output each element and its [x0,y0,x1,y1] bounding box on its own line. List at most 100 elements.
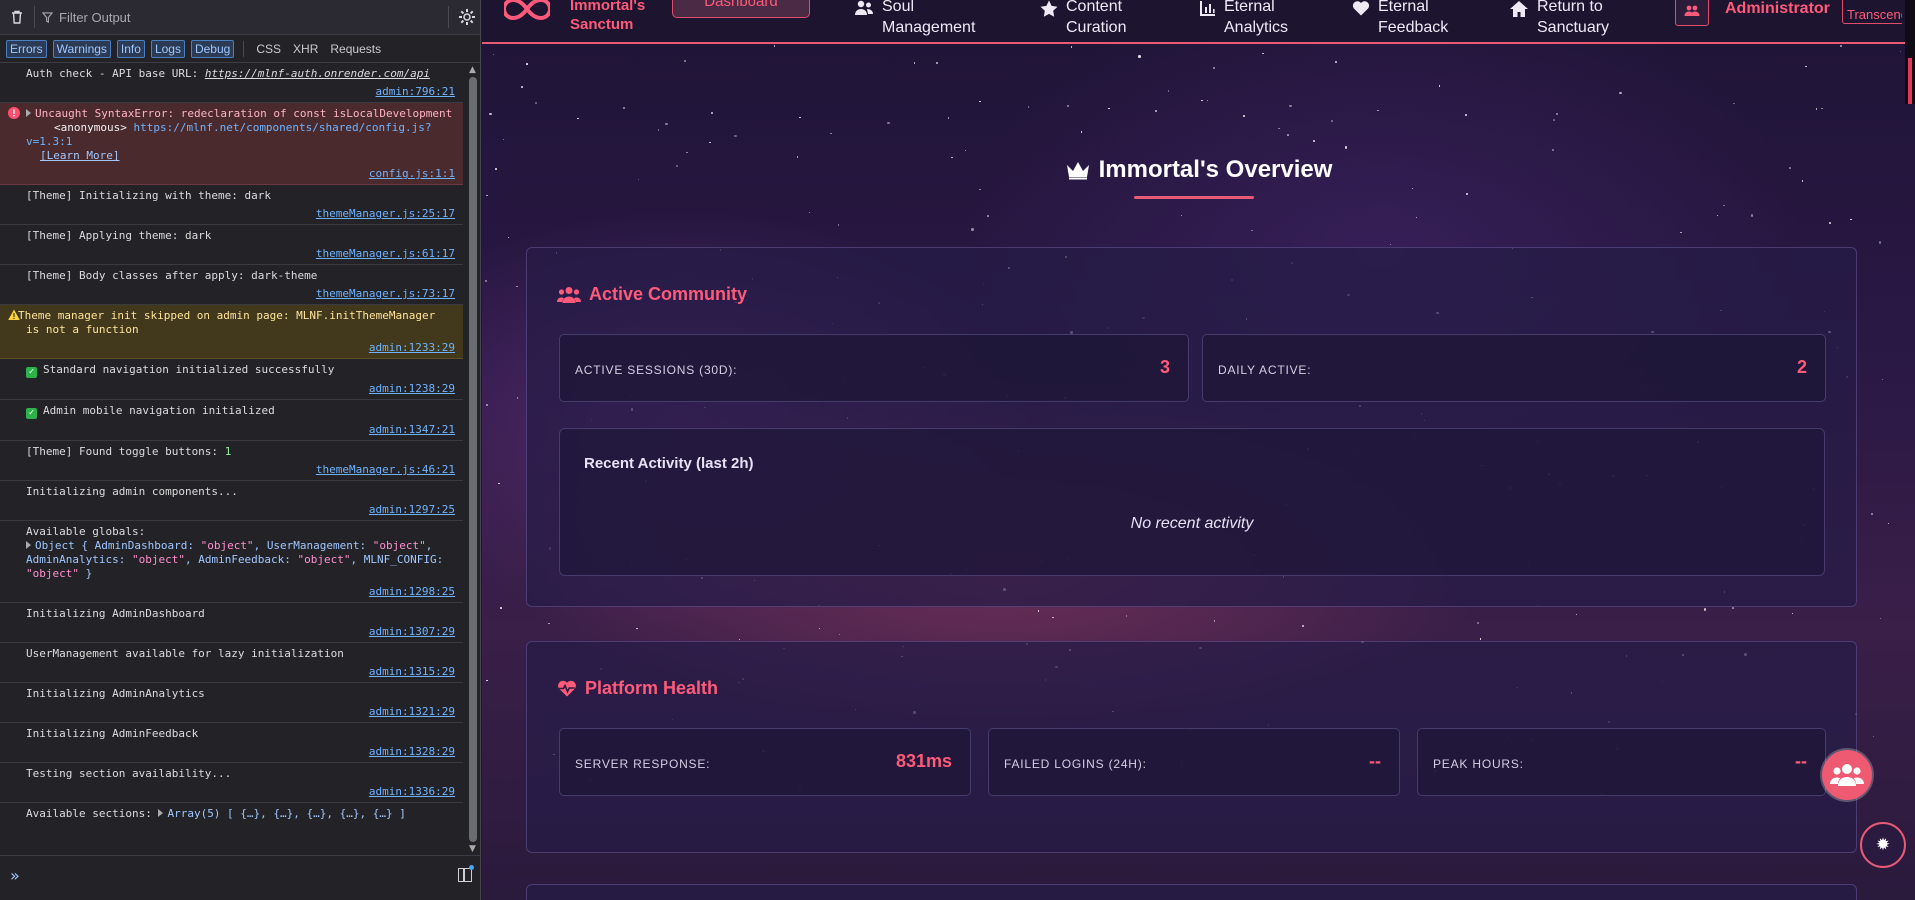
array-preview[interactable]: Array(5) [ {…}, {…}, {…}, {…}, {…} ] [167,807,405,820]
admin-role-label[interactable]: Administrator [1725,0,1830,18]
stat-value: 831ms [895,751,952,771]
filter-debug[interactable]: Debug [190,39,235,58]
community-chat-button[interactable] [1822,750,1872,800]
star-dot [486,194,488,197]
filter-warnings[interactable]: Warnings [52,39,111,58]
filter-xhr[interactable]: XHR [290,41,321,57]
message-source[interactable]: themeManager.js:46:21 [26,463,455,477]
star-dot [808,211,811,214]
learn-more-link[interactable]: [Learn More] [26,149,119,162]
star-dot [1278,127,1280,130]
title-underline [1134,196,1254,199]
message-source[interactable]: admin:1298:25 [26,585,455,599]
nav-content-curation[interactable]: Content Curation [1040,0,1126,38]
message-source[interactable]: admin:1336:29 [26,785,455,799]
scroll-up-arrow-icon[interactable]: ▲ [469,65,476,75]
console-message: [Theme] Body classes after apply: dark-t… [0,265,463,305]
object-suffix: } [78,567,93,580]
crown-icon [1066,162,1089,180]
filter-logs[interactable]: Logs [150,39,185,58]
message-source[interactable]: admin:1321:29 [26,705,455,719]
nav-soul-management[interactable]: Soul Management [854,0,975,38]
trash-icon[interactable] [9,9,25,25]
console-message: [Theme] Applying theme: dark themeManage… [0,225,463,265]
star-dot [1815,108,1818,110]
console-scrollbar[interactable]: ▲ ▼ [466,63,480,856]
message-text: [Theme] Found toggle buttons: [26,445,225,458]
star-dot [964,149,967,152]
message-link[interactable]: https://mlnf-auth.onrender.com/api [205,67,430,80]
message-source[interactable]: themeManager.js:25:17 [26,207,455,221]
filter-output-input[interactable]: Filter Output [42,10,131,25]
message-text: [Theme] Applying theme: dark [26,229,212,242]
admin-avatar[interactable] [1675,0,1709,26]
page-scrollbar[interactable] [1905,0,1915,104]
expand-twisty-icon[interactable] [26,541,31,549]
message-source[interactable]: admin:796:21 [26,85,455,99]
brand-name[interactable]: Immortal's Sanctum [570,0,645,34]
filter-errors[interactable]: Errors [6,39,47,58]
message-source[interactable]: themeManager.js:61:17 [26,247,455,261]
message-text: UserManagement available for lazy initia… [26,647,344,660]
page-title-text: Immortal's Overview [1098,156,1333,183]
nav-eternal-feedback[interactable]: Eternal Feedback [1352,0,1448,38]
console-message: Available sections: Array(5) [ {…}, {…},… [0,803,463,824]
transcend-logout-button[interactable]: Transcend [1842,0,1902,24]
settings-fab-button[interactable]: ✹ [1860,822,1906,868]
stat-server-response: Server Response: 831ms [559,728,971,796]
message-source[interactable]: admin:1233:29 [26,341,455,355]
star-icon [1040,0,1058,17]
expand-twisty-icon[interactable] [158,809,164,817]
nav-dashboard-tab[interactable]: Dashboard [672,0,810,18]
message-source[interactable]: admin:1297:25 [26,503,455,517]
star-dot [947,117,950,119]
message-text: Initializing AdminFeedback [26,727,199,740]
star-dot [1287,134,1289,136]
platform-health-card: Platform Health Server Response: 831ms F… [526,641,1857,853]
message-number: 1 [224,445,232,458]
star-dot [1438,85,1441,87]
expand-twisty-icon[interactable] [26,109,31,117]
star-dot [486,404,488,406]
star-dot [686,151,688,154]
message-source[interactable]: admin:1307:29 [26,625,455,639]
nav-label-line2: Sanctuary [1537,19,1610,36]
scroll-down-arrow-icon[interactable]: ▼ [469,844,476,854]
star-dot [1879,617,1882,620]
recent-activity-title: Recent Activity (last 2h) [584,455,754,472]
star-dot [1289,104,1292,108]
split-editor-icon[interactable] [458,868,472,882]
star-dot [1466,193,1468,195]
star-dot [830,132,832,135]
star-dot [1477,622,1479,624]
nav-return-to-sanctuary[interactable]: Return to Sanctuary [1509,0,1609,38]
message-source[interactable]: themeManager.js:73:17 [26,287,455,301]
star-dot [1703,608,1707,611]
stat-peak-hours: Peak Hours: -- [1417,728,1826,796]
filter-css[interactable]: CSS [253,41,284,57]
object-key: AdminFeedback: [198,553,298,566]
nav-eternal-analytics[interactable]: Eternal Analytics [1200,0,1288,38]
stat-label: Daily Active: [1218,363,1312,377]
users-icon [855,0,873,15]
star-dot [1871,513,1873,515]
infinity-logo-icon[interactable] [504,0,550,22]
message-source[interactable]: admin:1347:21 [26,423,455,437]
console-input[interactable]: » [0,855,480,900]
star-dot [1821,107,1823,110]
message-source[interactable]: admin:1328:29 [26,745,455,759]
filter-requests[interactable]: Requests [327,41,384,57]
filter-info[interactable]: Info [116,39,145,58]
star-dot [1251,229,1253,232]
nav-label-line2: Management [882,19,976,36]
console-message: Initializing AdminFeedback admin:1328:29 [0,723,463,763]
scrollbar-thumb[interactable] [469,77,477,842]
message-source[interactable]: config.js:1:1 [26,167,455,181]
message-source[interactable]: admin:1315:29 [26,665,455,679]
star-dot [971,228,974,231]
stat-value: -- [1795,751,1807,771]
gear-icon[interactable] [458,8,476,26]
object-preview[interactable]: Object { AdminDashboard: "object", UserM… [26,539,443,580]
message-source[interactable]: admin:1238:29 [26,382,455,396]
star-dot [709,141,711,144]
